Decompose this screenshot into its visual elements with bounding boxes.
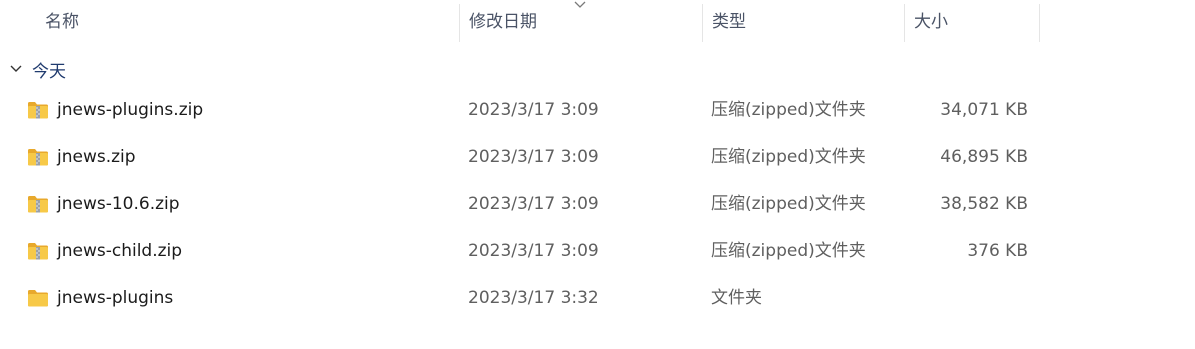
file-name[interactable]: jnews-10.6.zip [57,184,180,224]
column-header-bar: 名称 修改日期 类型 大小 [0,0,1195,44]
group-header-today[interactable]: 今天 [8,56,66,82]
file-size: 34,071 KB [940,100,1028,120]
column-header-size[interactable]: 大小 [904,0,1039,44]
file-type: 压缩(zipped)文件夹 [711,241,866,261]
file-date: 2023/3/17 3:09 [468,241,599,261]
column-header-name[interactable]: 名称 [35,0,459,44]
column-divider[interactable] [1039,4,1040,42]
file-row[interactable]: jnews-10.6.zip 2023/3/17 3:09 压缩(zipped)文件… [0,184,1040,224]
file-size: 46,895 KB [940,147,1028,167]
file-name[interactable]: jnews-child.zip [57,231,182,271]
file-type: 文件夹 [711,288,762,308]
chevron-down-icon [574,1,586,8]
file-row[interactable]: jnews-child.zip 2023/3/17 3:09 压缩(zipped)文… [0,231,1040,271]
zip-folder-icon [27,147,49,167]
file-name[interactable]: jnews-plugins [57,278,173,318]
file-type: 压缩(zipped)文件夹 [711,194,866,214]
zip-folder-icon [27,194,49,214]
group-label: 今天 [32,61,66,82]
file-name[interactable]: jnews.zip [57,137,136,177]
file-type: 压缩(zipped)文件夹 [711,100,866,120]
file-date: 2023/3/17 3:09 [468,194,599,214]
folder-icon [27,288,49,308]
zip-folder-icon [27,100,49,120]
file-row[interactable]: jnews-plugins 2023/3/17 3:32 文件夹 [0,278,1040,318]
chevron-down-icon[interactable] [8,61,24,77]
file-date: 2023/3/17 3:32 [468,288,599,308]
column-header-type[interactable]: 类型 [702,0,904,44]
file-size: 376 KB [967,241,1028,261]
zip-folder-icon [27,241,49,261]
file-date: 2023/3/17 3:09 [468,100,599,120]
file-size: 38,582 KB [940,194,1028,214]
file-row[interactable]: jnews.zip 2023/3/17 3:09 压缩(zipped)文件夹 46,8… [0,137,1040,177]
file-type: 压缩(zipped)文件夹 [711,147,866,167]
file-row[interactable]: jnews-plugins.zip 2023/3/17 3:09 压缩(zipped… [0,90,1040,130]
file-name[interactable]: jnews-plugins.zip [57,90,203,130]
file-date: 2023/3/17 3:09 [468,147,599,167]
